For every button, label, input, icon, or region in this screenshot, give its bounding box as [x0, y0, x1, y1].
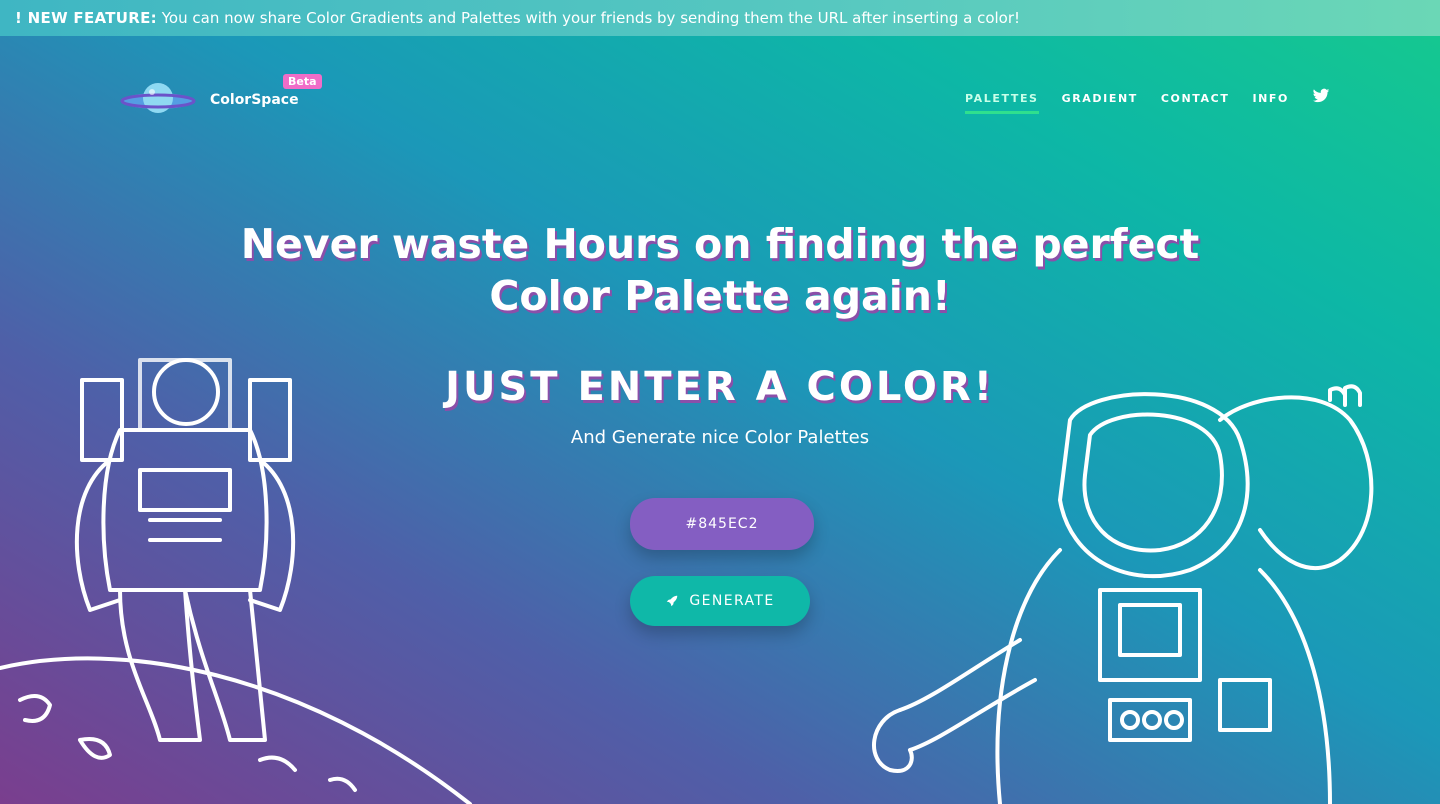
- twitter-icon[interactable]: [1312, 88, 1330, 104]
- color-input[interactable]: [630, 498, 814, 550]
- generate-button[interactable]: GENERATE: [630, 576, 810, 626]
- astronaut-left-illustration: [0, 358, 472, 804]
- planet-logo-icon: [120, 83, 196, 113]
- astronaut-right-illustration: [872, 384, 1374, 804]
- generate-label: GENERATE: [689, 593, 775, 609]
- banner-label: ! NEW FEATURE:: [15, 9, 157, 27]
- nav-palettes[interactable]: PALETTES: [965, 92, 1039, 114]
- main-nav: PALETTES GRADIENT CONTACT INFO: [965, 88, 1330, 114]
- nav-info[interactable]: INFO: [1252, 92, 1289, 111]
- nav-gradient[interactable]: GRADIENT: [1062, 92, 1138, 111]
- rocket-icon: [667, 595, 678, 607]
- banner-text: You can now share Color Gradients and Pa…: [156, 9, 1021, 27]
- headline-line-1: Never waste Hours on finding the perfect: [240, 220, 1200, 268]
- brand-name[interactable]: ColorSpace: [210, 92, 299, 108]
- feature-banner: ! NEW FEATURE: You can now share Color G…: [0, 0, 1440, 36]
- headline-line-2: Color Palette again!: [489, 272, 951, 320]
- nav-contact[interactable]: CONTACT: [1161, 92, 1230, 111]
- hero-headline: Never waste Hours on finding the perfect…: [0, 218, 1440, 322]
- beta-badge: Beta: [283, 74, 322, 89]
